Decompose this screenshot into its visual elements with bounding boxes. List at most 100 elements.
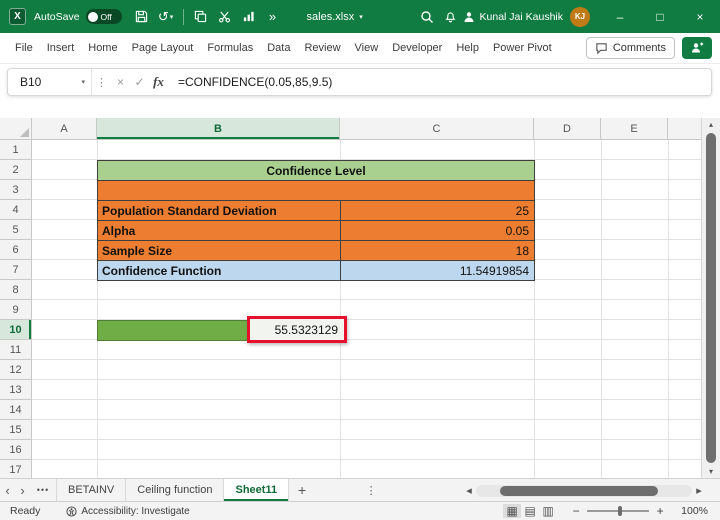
- sheet-tab-sheet11[interactable]: Sheet11: [224, 479, 290, 501]
- ribbon-tab-formulas[interactable]: Formulas: [200, 33, 260, 63]
- table-value-cell[interactable]: 11.54919854: [340, 260, 535, 281]
- row-header-4[interactable]: 4: [0, 200, 32, 220]
- row-header-16[interactable]: 16: [0, 440, 32, 460]
- ribbon-tab-developer[interactable]: Developer: [385, 33, 449, 63]
- table-label-cell[interactable]: Confidence Function: [97, 260, 341, 281]
- table-value-cell[interactable]: 25: [340, 200, 535, 221]
- new-sheet-button[interactable]: +: [289, 482, 315, 498]
- sheet-nav-right-icon[interactable]: ›: [15, 483, 30, 498]
- scroll-up-icon[interactable]: ▴: [702, 118, 720, 131]
- row-header-7[interactable]: 7: [0, 260, 32, 280]
- table-title-cell[interactable]: Confidence Level: [97, 160, 535, 181]
- page-break-view-icon[interactable]: ▥: [539, 504, 557, 518]
- formula-bar: B10 ▾ ⋮ × ✓ fx =CONFIDENCE(0.05,85,9.5): [0, 64, 720, 100]
- filename-dropdown-icon: ▾: [359, 13, 363, 21]
- row-header-9[interactable]: 9: [0, 300, 32, 320]
- normal-view-icon[interactable]: ▦: [503, 504, 522, 518]
- scroll-left-icon[interactable]: ◂: [462, 484, 476, 497]
- accessibility-status[interactable]: Accessibility: Investigate: [66, 506, 190, 517]
- row-header-12[interactable]: 12: [0, 360, 32, 380]
- cells-area[interactable]: Confidence Level Population Standard Devi…: [32, 140, 701, 478]
- zoom-slider[interactable]: − +: [569, 504, 667, 518]
- document-title[interactable]: sales.xlsx ▾: [307, 11, 363, 23]
- zoom-in-icon[interactable]: +: [653, 504, 667, 518]
- account-menu[interactable]: Kunal Jai Kaushik KJ: [463, 6, 590, 27]
- row-header-15[interactable]: 15: [0, 420, 32, 440]
- vertical-scrollbar[interactable]: ▴ ▾: [701, 118, 720, 478]
- ribbon-tab-insert[interactable]: Insert: [40, 33, 82, 63]
- tabbar-options-icon[interactable]: ⋮: [361, 484, 381, 497]
- chart-icon[interactable]: [239, 6, 259, 28]
- row-header-14[interactable]: 14: [0, 400, 32, 420]
- minimize-button[interactable]: –: [600, 0, 640, 33]
- vertical-scrollbar-thumb[interactable]: [706, 133, 716, 463]
- sheet-tab-betainv[interactable]: BETAINV: [57, 479, 127, 501]
- row-header-11[interactable]: 11: [0, 340, 32, 360]
- column-header-b[interactable]: B: [97, 118, 340, 140]
- share-button[interactable]: [682, 37, 712, 59]
- name-box[interactable]: B10 ▾: [8, 69, 92, 95]
- notifications-bell-icon[interactable]: [441, 6, 461, 28]
- ribbon-tab-view[interactable]: View: [348, 33, 386, 63]
- confirm-entry-icon[interactable]: ✓: [130, 75, 149, 89]
- column-header-d[interactable]: D: [534, 118, 601, 140]
- insert-function-icon[interactable]: fx: [149, 74, 168, 90]
- scroll-right-icon[interactable]: ▸: [692, 484, 706, 497]
- ribbon-tab-page-layout[interactable]: Page Layout: [125, 33, 201, 63]
- autosave-toggle[interactable]: Off: [85, 9, 122, 24]
- horizontal-scrollbar-thumb[interactable]: [500, 485, 658, 496]
- horizontal-scrollbar-track[interactable]: [476, 484, 692, 497]
- row-header-10[interactable]: 10: [0, 320, 32, 340]
- search-icon[interactable]: [417, 6, 437, 28]
- table-value-cell[interactable]: 18: [340, 240, 535, 261]
- column-header-c[interactable]: C: [340, 118, 534, 140]
- sheet-tabs-overflow-icon[interactable]: •••: [30, 485, 56, 495]
- ribbon-tab-home[interactable]: Home: [81, 33, 124, 63]
- row-header-17[interactable]: 17: [0, 460, 32, 480]
- table-label-cell[interactable]: Alpha: [97, 220, 341, 241]
- ribbon-tab-data[interactable]: Data: [260, 33, 297, 63]
- page-layout-view-icon[interactable]: ▤: [521, 504, 539, 518]
- sheet-tab-ceiling-function[interactable]: Ceiling function: [126, 479, 225, 501]
- table-blank-row[interactable]: [97, 180, 535, 201]
- sheet-nav-left-icon[interactable]: ‹: [0, 483, 15, 498]
- row-header-6[interactable]: 6: [0, 240, 32, 260]
- close-button[interactable]: ×: [680, 0, 720, 33]
- row-header-13[interactable]: 13: [0, 380, 32, 400]
- ribbon-tab-power-pivot[interactable]: Power Pivot: [486, 33, 559, 63]
- avatar[interactable]: KJ: [570, 6, 590, 27]
- comments-button[interactable]: Comments: [585, 37, 675, 59]
- horizontal-scrollbar[interactable]: ◂ ▸: [462, 484, 706, 497]
- column-header-a[interactable]: A: [32, 118, 97, 140]
- name-box-dropdown-icon[interactable]: ▾: [81, 78, 85, 86]
- zoom-out-icon[interactable]: −: [569, 504, 583, 518]
- cut-icon[interactable]: [215, 6, 235, 28]
- table-value-cell[interactable]: 0.05: [340, 220, 535, 241]
- zoom-thumb[interactable]: [618, 506, 623, 516]
- formula-options-icon[interactable]: ⋮: [92, 76, 111, 89]
- table-label-cell[interactable]: Sample Size: [97, 240, 341, 261]
- copy-icon[interactable]: [191, 6, 211, 28]
- formula-input[interactable]: =CONFIDENCE(0.05,85,9.5): [178, 75, 332, 89]
- scroll-down-icon[interactable]: ▾: [702, 465, 720, 478]
- row-header-2[interactable]: 2: [0, 160, 32, 180]
- column-header-e[interactable]: E: [601, 118, 668, 140]
- more-commands-icon[interactable]: »: [263, 6, 283, 28]
- zoom-track[interactable]: [587, 506, 650, 516]
- excel-app-icon[interactable]: X: [9, 8, 26, 25]
- maximize-button[interactable]: □: [640, 0, 680, 33]
- row-header-5[interactable]: 5: [0, 220, 32, 240]
- table-label-cell[interactable]: Population Standard Deviation: [97, 200, 341, 221]
- save-icon[interactable]: [132, 6, 152, 28]
- ribbon-tab-row: File Insert Home Page Layout Formulas Data Rev…: [0, 33, 720, 64]
- select-all-corner[interactable]: [0, 118, 32, 140]
- zoom-level[interactable]: 100%: [681, 505, 708, 517]
- ribbon-tab-review[interactable]: Review: [297, 33, 347, 63]
- ribbon-tab-help[interactable]: Help: [449, 33, 486, 63]
- row-header-3[interactable]: 3: [0, 180, 32, 200]
- undo-icon[interactable]: ↺ ▾: [156, 6, 176, 28]
- row-header-8[interactable]: 8: [0, 280, 32, 300]
- ribbon-tab-file[interactable]: File: [8, 33, 40, 63]
- row-header-1[interactable]: 1: [0, 140, 32, 160]
- cancel-entry-icon[interactable]: ×: [111, 75, 130, 89]
